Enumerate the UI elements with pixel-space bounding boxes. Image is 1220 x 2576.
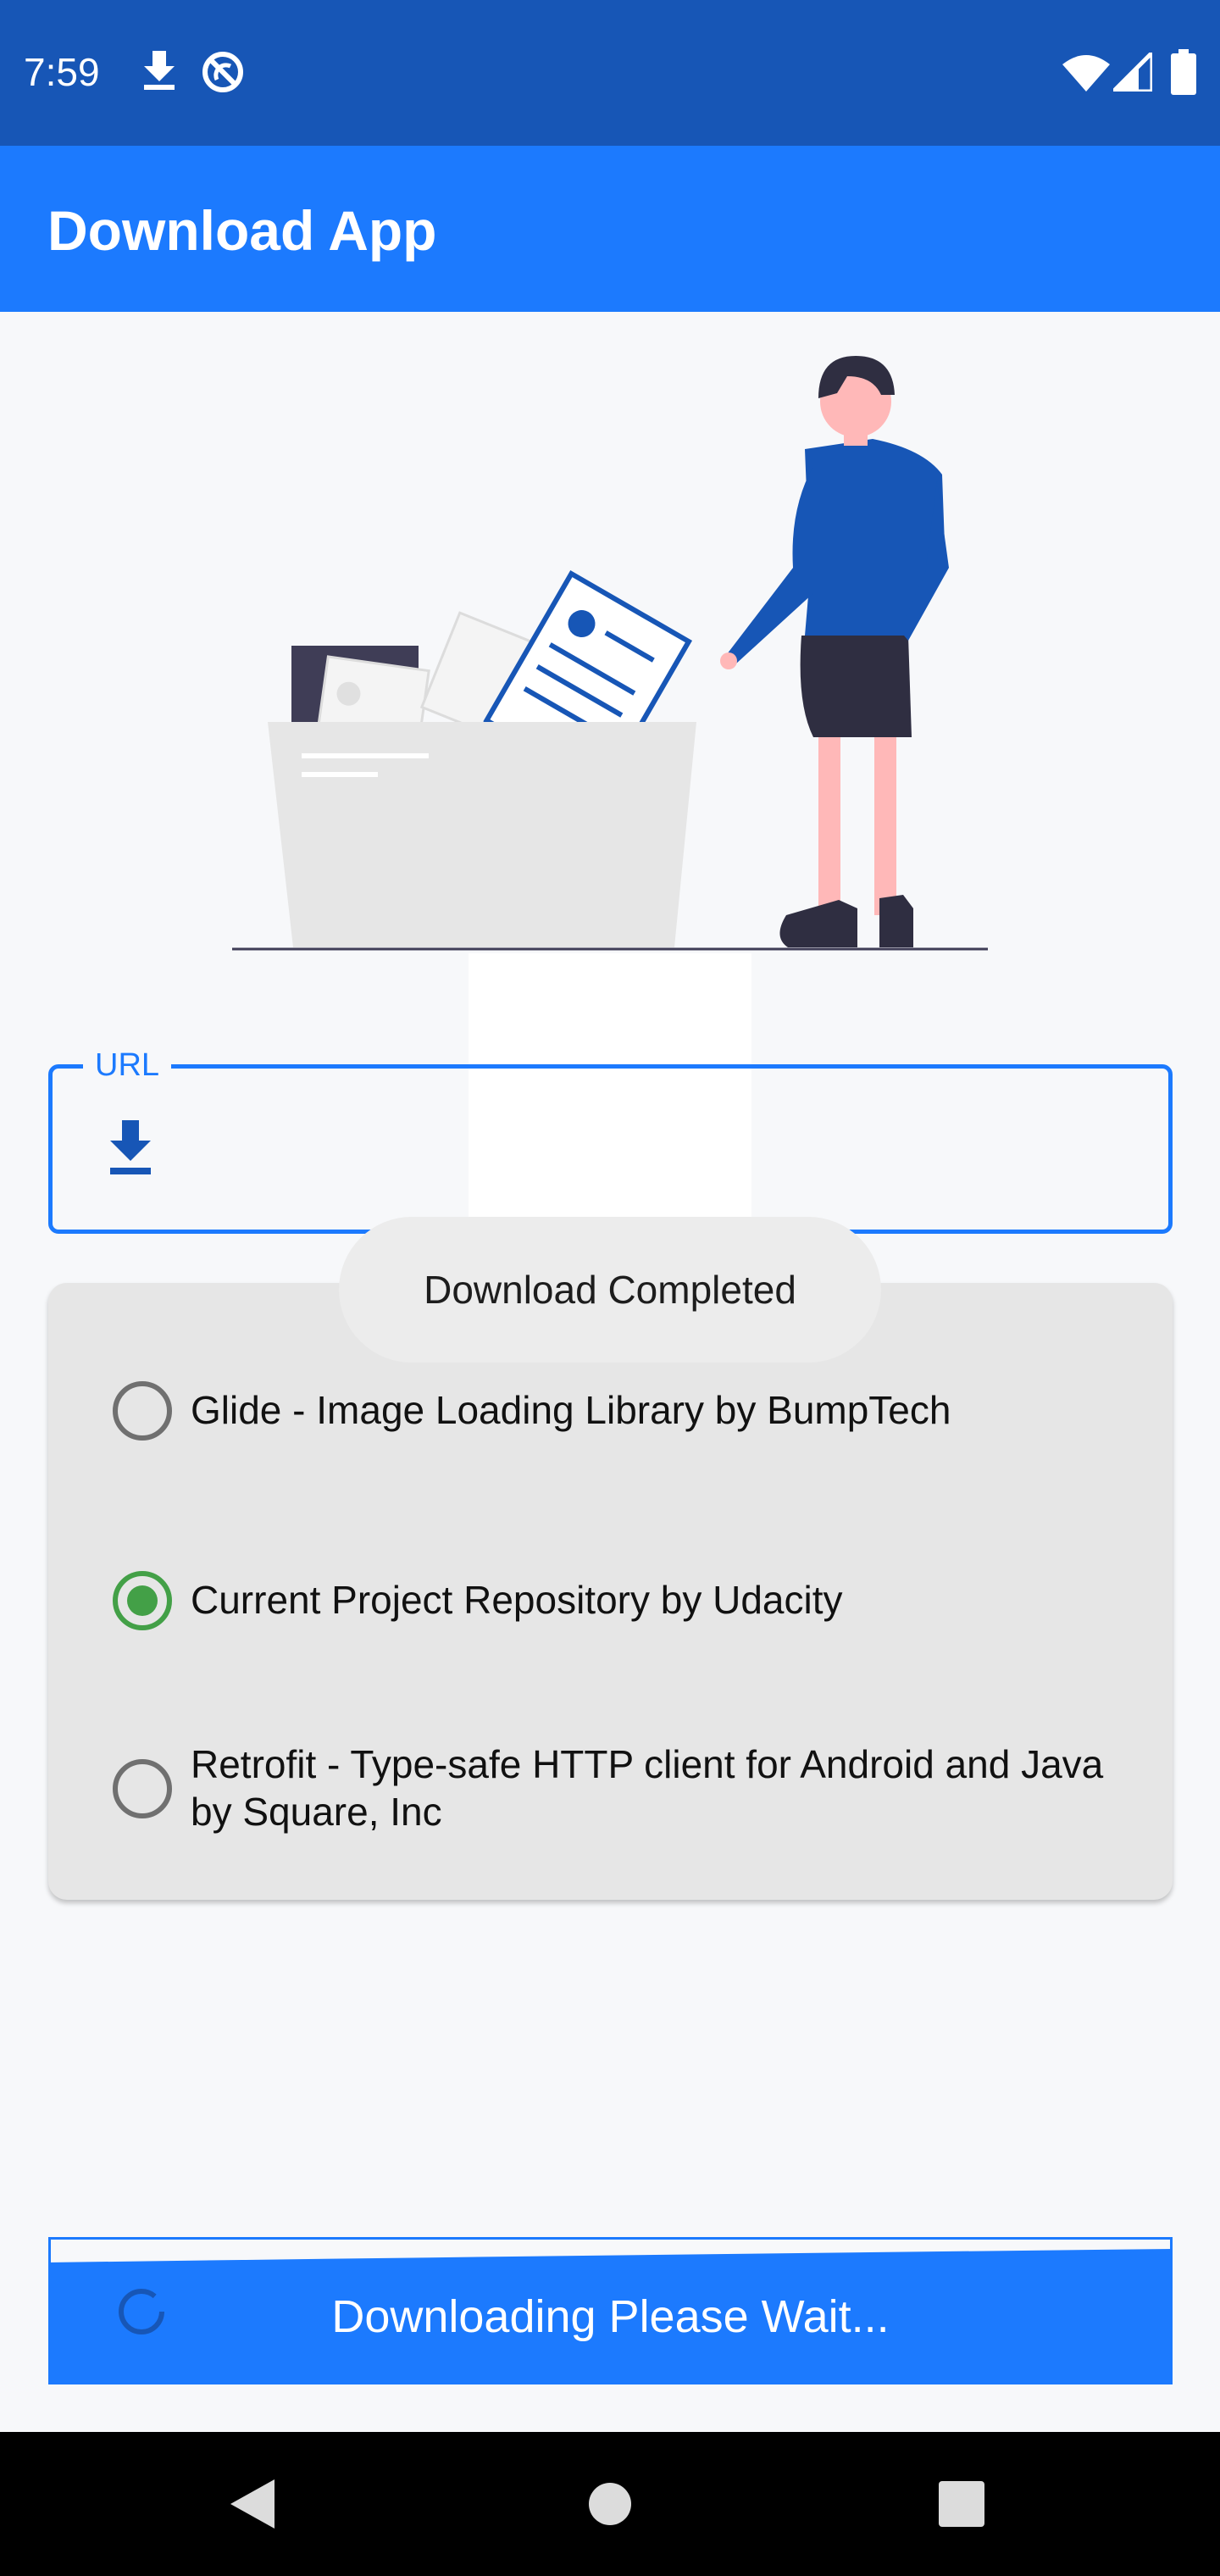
radio-option-glide[interactable]: Glide - Image Loading Library by BumpTec… xyxy=(48,1361,1173,1463)
status-time: 7:59 xyxy=(24,50,100,94)
toast-message: Download Completed xyxy=(339,1217,881,1363)
toast-text: Download Completed xyxy=(424,1268,796,1312)
radio-label: Retrofit - Type-safe HTTP client for And… xyxy=(191,1742,1104,1834)
download-button[interactable]: Downloading Please Wait... xyxy=(48,2237,1173,2384)
radio-option-retrofit[interactable]: Retrofit - Type-safe HTTP client for And… xyxy=(48,1727,1173,1846)
download-button-label: Downloading Please Wait... xyxy=(331,2291,890,2342)
url-label: URL xyxy=(83,1047,172,1084)
status-bar: 7:59 xyxy=(0,0,1220,146)
download-icon xyxy=(110,1120,151,1174)
radio-label: Glide - Image Loading Library by BumpTec… xyxy=(191,1388,951,1432)
radio-button[interactable] xyxy=(113,1381,172,1441)
recents-icon[interactable] xyxy=(932,2474,991,2534)
library-radio-group: Glide - Image Loading Library by BumpTec… xyxy=(48,1283,1173,1900)
wifi-icon xyxy=(1062,55,1110,92)
sync-disabled-icon xyxy=(202,52,243,92)
battery-icon xyxy=(1171,49,1196,95)
app-bar: Download App xyxy=(0,146,1220,312)
screen: 7:59 Download App URL Glide - Image Load… xyxy=(0,0,1220,2576)
radio-label: Current Project Repository by Udacity xyxy=(191,1578,843,1622)
url-input[interactable] xyxy=(48,1064,1173,1234)
navigation-bar xyxy=(0,2432,1220,2576)
radio-button-checked[interactable] xyxy=(113,1571,172,1630)
signal-icon xyxy=(1113,53,1152,92)
radio-option-udacity[interactable]: Current Project Repository by Udacity xyxy=(48,1551,1173,1652)
person-with-files-illustration xyxy=(232,356,988,951)
radio-button[interactable] xyxy=(113,1759,172,1818)
home-icon[interactable] xyxy=(580,2474,640,2534)
app-title: Download App xyxy=(47,199,437,262)
download-icon xyxy=(144,51,175,90)
back-icon[interactable] xyxy=(224,2474,283,2534)
